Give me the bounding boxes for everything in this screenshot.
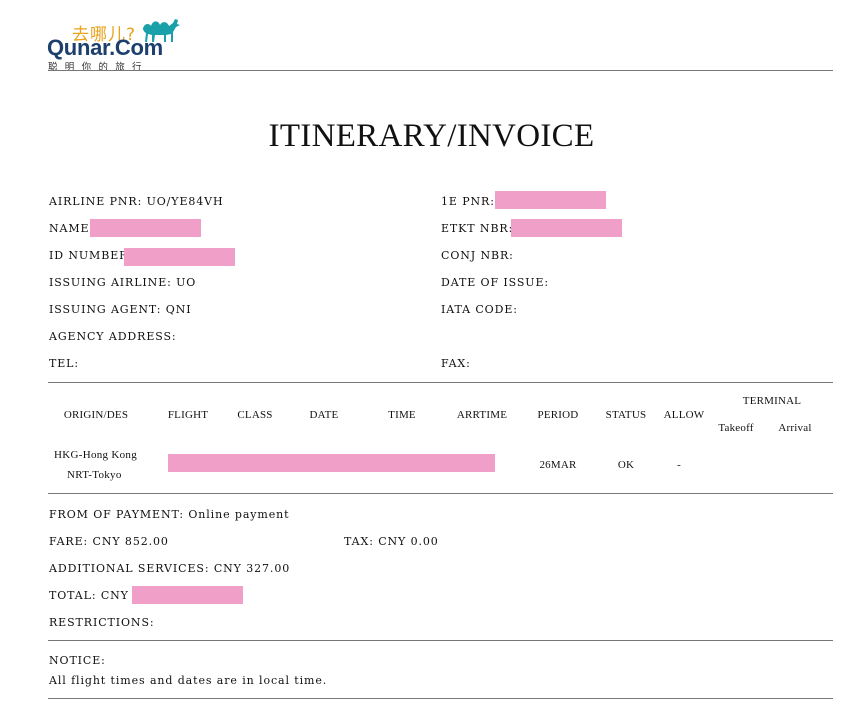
col-date: DATE — [309, 409, 339, 421]
agency-address: AGENCY ADDRESS: — [49, 330, 177, 343]
notice-label: NOTICE: — [49, 654, 106, 667]
etkt-nbr-redaction — [511, 219, 622, 237]
pnr-1e-redaction — [495, 191, 606, 209]
issuing-agent: ISSUING AGENT: QNI — [49, 303, 192, 316]
date-of-issue: DATE OF ISSUE: — [441, 276, 550, 289]
payment-divider — [48, 640, 833, 641]
restrictions: RESTRICTIONS: — [49, 616, 155, 629]
issuing-airline: ISSUING AIRLINE: UO — [49, 276, 197, 289]
col-status: STATUS — [605, 409, 647, 421]
additional-services: ADDITIONAL SERVICES: CNY 327.00 — [49, 562, 291, 575]
header-divider — [48, 70, 833, 71]
logo-brand: Qunar.Com — [47, 35, 163, 60]
row-allow: - — [677, 459, 681, 471]
col-class: CLASS — [237, 409, 273, 421]
table-divider — [48, 493, 833, 494]
col-allow: ALLOW — [663, 409, 705, 421]
airline-pnr: AIRLINE PNR: UO/YE84VH — [49, 195, 224, 208]
row-period: 26MAR — [539, 459, 577, 471]
col-terminal: TERMINAL — [742, 395, 802, 407]
form-of-payment: FROM OF PAYMENT: Online payment — [49, 508, 290, 521]
flight-details-redaction — [168, 454, 495, 472]
notice-text: All flight times and dates are in local … — [49, 674, 328, 687]
fax: FAX: — [441, 357, 471, 370]
name-redaction — [90, 219, 201, 237]
col-arrival: Arrival — [778, 422, 812, 434]
info-divider — [48, 382, 833, 383]
col-time: TIME — [388, 409, 416, 421]
row-origin: HKG-Hong Kong — [54, 449, 138, 461]
total-redaction — [132, 586, 243, 604]
col-arrtime: ARRTIME — [456, 409, 508, 421]
etkt-nbr: ETKT NBR: — [441, 222, 514, 235]
row-status: OK — [617, 459, 635, 471]
col-flight: FLIGHT — [167, 409, 209, 421]
footer-divider — [48, 698, 833, 699]
tel: TEL: — [49, 357, 79, 370]
page-title: ITINERARY/INVOICE — [268, 118, 595, 154]
total-label: TOTAL: CNY — [49, 589, 129, 602]
fare: FARE: CNY 852.00 — [49, 535, 169, 548]
name-label: NAME: — [49, 222, 95, 235]
id-number-redaction — [124, 248, 235, 266]
conj-nbr: CONJ NBR: — [441, 249, 514, 262]
id-number-label: ID NUMBER: — [49, 249, 133, 262]
col-takeoff: Takeoff — [718, 422, 754, 434]
iata-code: IATA CODE: — [441, 303, 518, 316]
col-origin: ORIGIN/DES — [63, 409, 129, 421]
col-period: PERIOD — [537, 409, 579, 421]
tax: TAX: CNY 0.00 — [344, 535, 439, 548]
row-destination: NRT-Tokyo — [67, 469, 122, 481]
